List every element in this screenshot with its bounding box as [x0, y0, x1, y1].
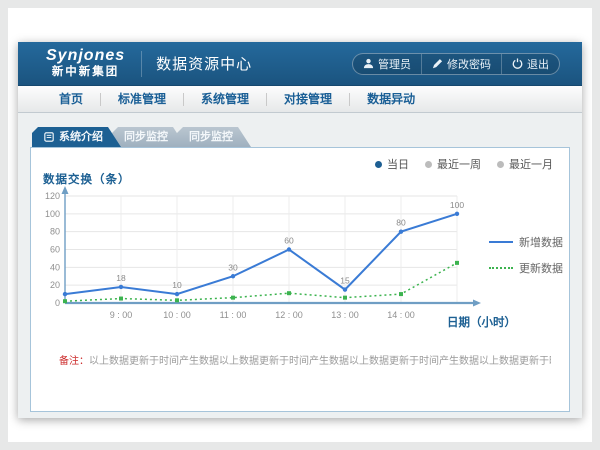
radio-dot-icon [375, 161, 382, 168]
remark-label: 备注： [59, 356, 89, 367]
svg-text:80: 80 [50, 227, 60, 237]
legend-line-swatch [489, 267, 513, 269]
svg-text:12 : 00: 12 : 00 [275, 310, 303, 320]
header-divider [141, 51, 142, 77]
svg-text:10: 10 [172, 280, 182, 290]
logout-button[interactable]: 退出 [501, 54, 559, 74]
header-user-controls: 管理员 修改密码 退出 [352, 53, 560, 75]
brand-logo: Synjones 新中新集团 [46, 48, 125, 79]
svg-text:100: 100 [450, 200, 464, 210]
remark-text: 以上数据更新于时间产生数据以上数据更新于时间产生数据以上数据更新于时间产生数据以… [89, 356, 551, 367]
user-icon [363, 58, 374, 69]
svg-text:30: 30 [228, 262, 238, 272]
content-area: 系统介绍 同步监控 同步监控 当日 最近一周 [18, 113, 582, 418]
tab-sync-monitor-1[interactable]: 同步监控 [112, 127, 186, 147]
period-option-label: 最近一周 [437, 156, 481, 172]
svg-text:60: 60 [284, 236, 294, 246]
period-option-label: 最近一月 [509, 156, 553, 172]
nav-item-system-mgmt[interactable]: 系统管理 [184, 86, 266, 112]
app-header: Synjones 新中新集团 数据资源中心 管理员 修改密码 [18, 42, 582, 86]
period-option-today[interactable]: 当日 [375, 156, 409, 172]
svg-text:60: 60 [50, 245, 60, 255]
svg-text:14 : 00: 14 : 00 [387, 310, 415, 320]
change-password-button[interactable]: 修改密码 [421, 54, 501, 74]
tab-bar: 系统介绍 同步监控 同步监控 [32, 127, 570, 147]
legend-label: 新增数据 [519, 234, 563, 250]
brand-logo-subtext: 新中新集团 [46, 67, 125, 79]
svg-text:20: 20 [50, 280, 60, 290]
svg-text:15: 15 [340, 276, 350, 286]
page-background: Synjones 新中新集团 数据资源中心 管理员 修改密码 [8, 8, 592, 442]
edit-icon [432, 58, 443, 69]
power-icon [512, 58, 523, 69]
period-option-label: 当日 [387, 156, 409, 172]
nav-item-data-change[interactable]: 数据异动 [350, 86, 432, 112]
svg-text:100: 100 [45, 209, 60, 219]
logout-label: 退出 [527, 56, 549, 72]
period-option-last-month[interactable]: 最近一月 [497, 156, 553, 172]
main-nav: 首页 标准管理 系统管理 对接管理 数据异动 [18, 86, 582, 113]
svg-text:13 : 00: 13 : 00 [331, 310, 359, 320]
brand-logo-text: Synjones [46, 48, 125, 64]
app-window: Synjones 新中新集团 数据资源中心 管理员 修改密码 [18, 42, 582, 418]
svg-text:18: 18 [116, 273, 126, 283]
change-password-label: 修改密码 [447, 56, 491, 72]
tab-system-intro[interactable]: 系统介绍 [32, 127, 121, 147]
svg-text:40: 40 [50, 262, 60, 272]
legend-item-updated-data: 更新数据 [489, 260, 563, 276]
user-button-label: 管理员 [378, 56, 411, 72]
legend-line-swatch [489, 241, 513, 243]
legend-label: 更新数据 [519, 260, 563, 276]
period-option-last-week[interactable]: 最近一周 [425, 156, 481, 172]
user-button[interactable]: 管理员 [353, 54, 421, 74]
nav-item-interface-mgmt[interactable]: 对接管理 [267, 86, 349, 112]
svg-text:0: 0 [55, 298, 60, 308]
document-icon [44, 132, 54, 142]
radio-dot-icon [425, 161, 432, 168]
svg-text:9 : 00: 9 : 00 [110, 310, 133, 320]
page-title: 数据资源中心 [156, 53, 252, 74]
svg-text:11 : 00: 11 : 00 [220, 310, 247, 320]
series-legend: 新增数据 更新数据 [489, 234, 563, 276]
x-axis-label: 日期（小时） [447, 314, 516, 330]
tab-sync-monitor-2[interactable]: 同步监控 [177, 127, 251, 147]
chart-panel: 当日 最近一周 最近一月 数据交换（条） 0204060801001209 : … [30, 147, 570, 412]
legend-item-new-data: 新增数据 [489, 234, 563, 250]
period-legend: 当日 最近一周 最近一月 [375, 156, 553, 172]
footer-remark: 备注：以上数据更新于时间产生数据以上数据更新于时间产生数据以上数据更新于时间产生… [59, 355, 551, 368]
tab-label: 系统介绍 [59, 127, 103, 147]
line-chart: 0 20 40 60 80 100 120 9 : 00 10 : 00 11 : 00 12 : … [37, 178, 487, 328]
radio-dot-icon [497, 161, 504, 168]
nav-item-standard-mgmt[interactable]: 标准管理 [101, 86, 183, 112]
svg-text:80: 80 [396, 218, 406, 228]
tab-label: 同步监控 [189, 131, 233, 143]
svg-text:120: 120 [45, 191, 60, 201]
nav-item-home[interactable]: 首页 [42, 86, 100, 112]
tab-label: 同步监控 [124, 131, 168, 143]
svg-text:10 : 00: 10 : 00 [163, 310, 191, 320]
